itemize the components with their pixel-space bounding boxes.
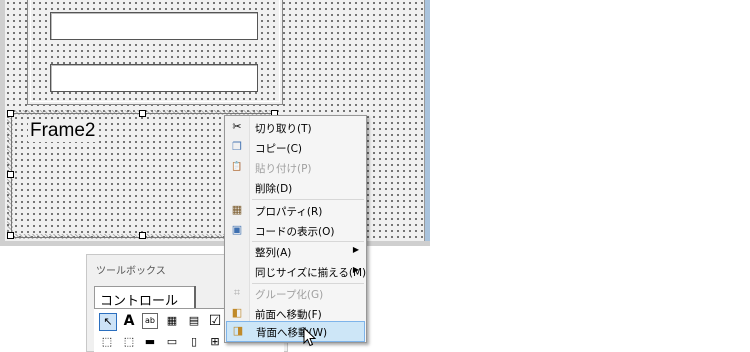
checkbox-tool-icon[interactable]: ☑ — [207, 313, 223, 329]
designer-border-right — [425, 0, 430, 246]
textbox-1[interactable] — [50, 12, 258, 40]
paste-icon: 📋 — [231, 162, 243, 172]
menu-item-delete[interactable]: 削除(D) — [226, 178, 365, 197]
properties-icon: ▦ — [231, 203, 243, 216]
menu-item-label: グループ化(G) — [255, 289, 324, 301]
view-code-icon: ▣ — [231, 223, 243, 236]
image-tool-icon[interactable]: ⊞ — [207, 334, 223, 350]
send-to-back-icon: ◨ — [232, 324, 244, 337]
mouse-cursor-icon — [303, 327, 317, 347]
menu-item-label: 整列(A) — [255, 247, 292, 259]
menu-item-label: コードの表示(O) — [255, 226, 335, 238]
menu-item-label: 同じサイズに揃える(M) — [255, 267, 367, 279]
combobox-tool-icon[interactable]: ▦ — [164, 313, 180, 329]
resize-handle-left[interactable] — [7, 171, 14, 178]
tab-controls-label: コントロール — [100, 294, 179, 309]
frame-tool-icon[interactable]: ⬚ — [99, 334, 115, 350]
commandbutton-tool-icon[interactable]: ▬ — [142, 334, 158, 350]
tab-controls[interactable]: コントロール — [94, 286, 196, 309]
menu-item-label: プロパティ(R) — [255, 206, 323, 218]
tab-divider — [194, 286, 196, 308]
tabstrip-tool-icon[interactable]: ▭ — [164, 334, 180, 350]
menu-item-properties[interactable]: ▦ プロパティ(R) — [226, 201, 365, 220]
resize-handle-top[interactable] — [139, 110, 146, 117]
label-tool-icon[interactable]: A — [121, 313, 137, 329]
resize-handle-bottom[interactable] — [139, 232, 146, 239]
menu-item-label: 削除(D) — [255, 183, 293, 195]
listbox-tool-icon[interactable]: ▤ — [186, 313, 202, 329]
menu-item-label: 切り取り(T) — [255, 123, 312, 135]
context-menu: ✂ 切り取り(T) ❐ コピー(C) 📋 貼り付け(P) 削除(D) ▦ プロパ… — [224, 115, 367, 343]
submenu-arrow-icon: ▶ — [352, 245, 359, 254]
textbox-tool-icon[interactable]: ab — [142, 313, 158, 329]
bring-to-front-icon: ◧ — [231, 306, 243, 319]
menu-item-label: 前面へ移動(F) — [255, 309, 322, 321]
toolbox-title: ツールボックス — [96, 266, 166, 277]
menu-item-align[interactable]: 整列(A) ▶ — [226, 242, 365, 261]
group-icon: ⌗ — [233, 286, 241, 299]
textbox-2[interactable] — [50, 64, 258, 92]
frame2-caption: Frame2 — [28, 120, 98, 142]
resize-handle-top-left[interactable] — [7, 110, 14, 117]
pointer-tool-icon[interactable]: ↖ — [99, 313, 117, 331]
togglebutton-tool-icon[interactable]: ⬚ — [121, 334, 137, 350]
frame1-body — [30, 0, 280, 102]
resize-handle-bottom-left[interactable] — [7, 232, 14, 239]
menu-item-copy[interactable]: ❐ コピー(C) — [226, 138, 365, 157]
menu-item-make-same-size[interactable]: 同じサイズに揃える(M) ▶ — [226, 262, 367, 281]
menu-separator — [252, 199, 364, 200]
menu-item-group[interactable]: ⌗ グループ化(G) — [226, 284, 365, 303]
scrollbar-tool-icon[interactable]: ▯ — [186, 334, 202, 350]
scissors-icon: ✂ — [232, 120, 242, 133]
menu-item-send-to-back[interactable]: ◨ 背面へ移動(W) — [226, 321, 365, 342]
copy-icon: ❐ — [232, 140, 242, 153]
frame1[interactable] — [27, 0, 283, 105]
menu-item-label: コピー(C) — [255, 143, 303, 155]
menu-item-label: 貼り付け(P) — [255, 163, 312, 175]
submenu-arrow-icon: ▶ — [352, 265, 359, 274]
menu-item-paste[interactable]: 📋 貼り付け(P) — [226, 158, 365, 177]
menu-item-cut[interactable]: ✂ 切り取り(T) — [226, 118, 365, 137]
menu-item-view-code[interactable]: ▣ コードの表示(O) — [226, 221, 365, 240]
